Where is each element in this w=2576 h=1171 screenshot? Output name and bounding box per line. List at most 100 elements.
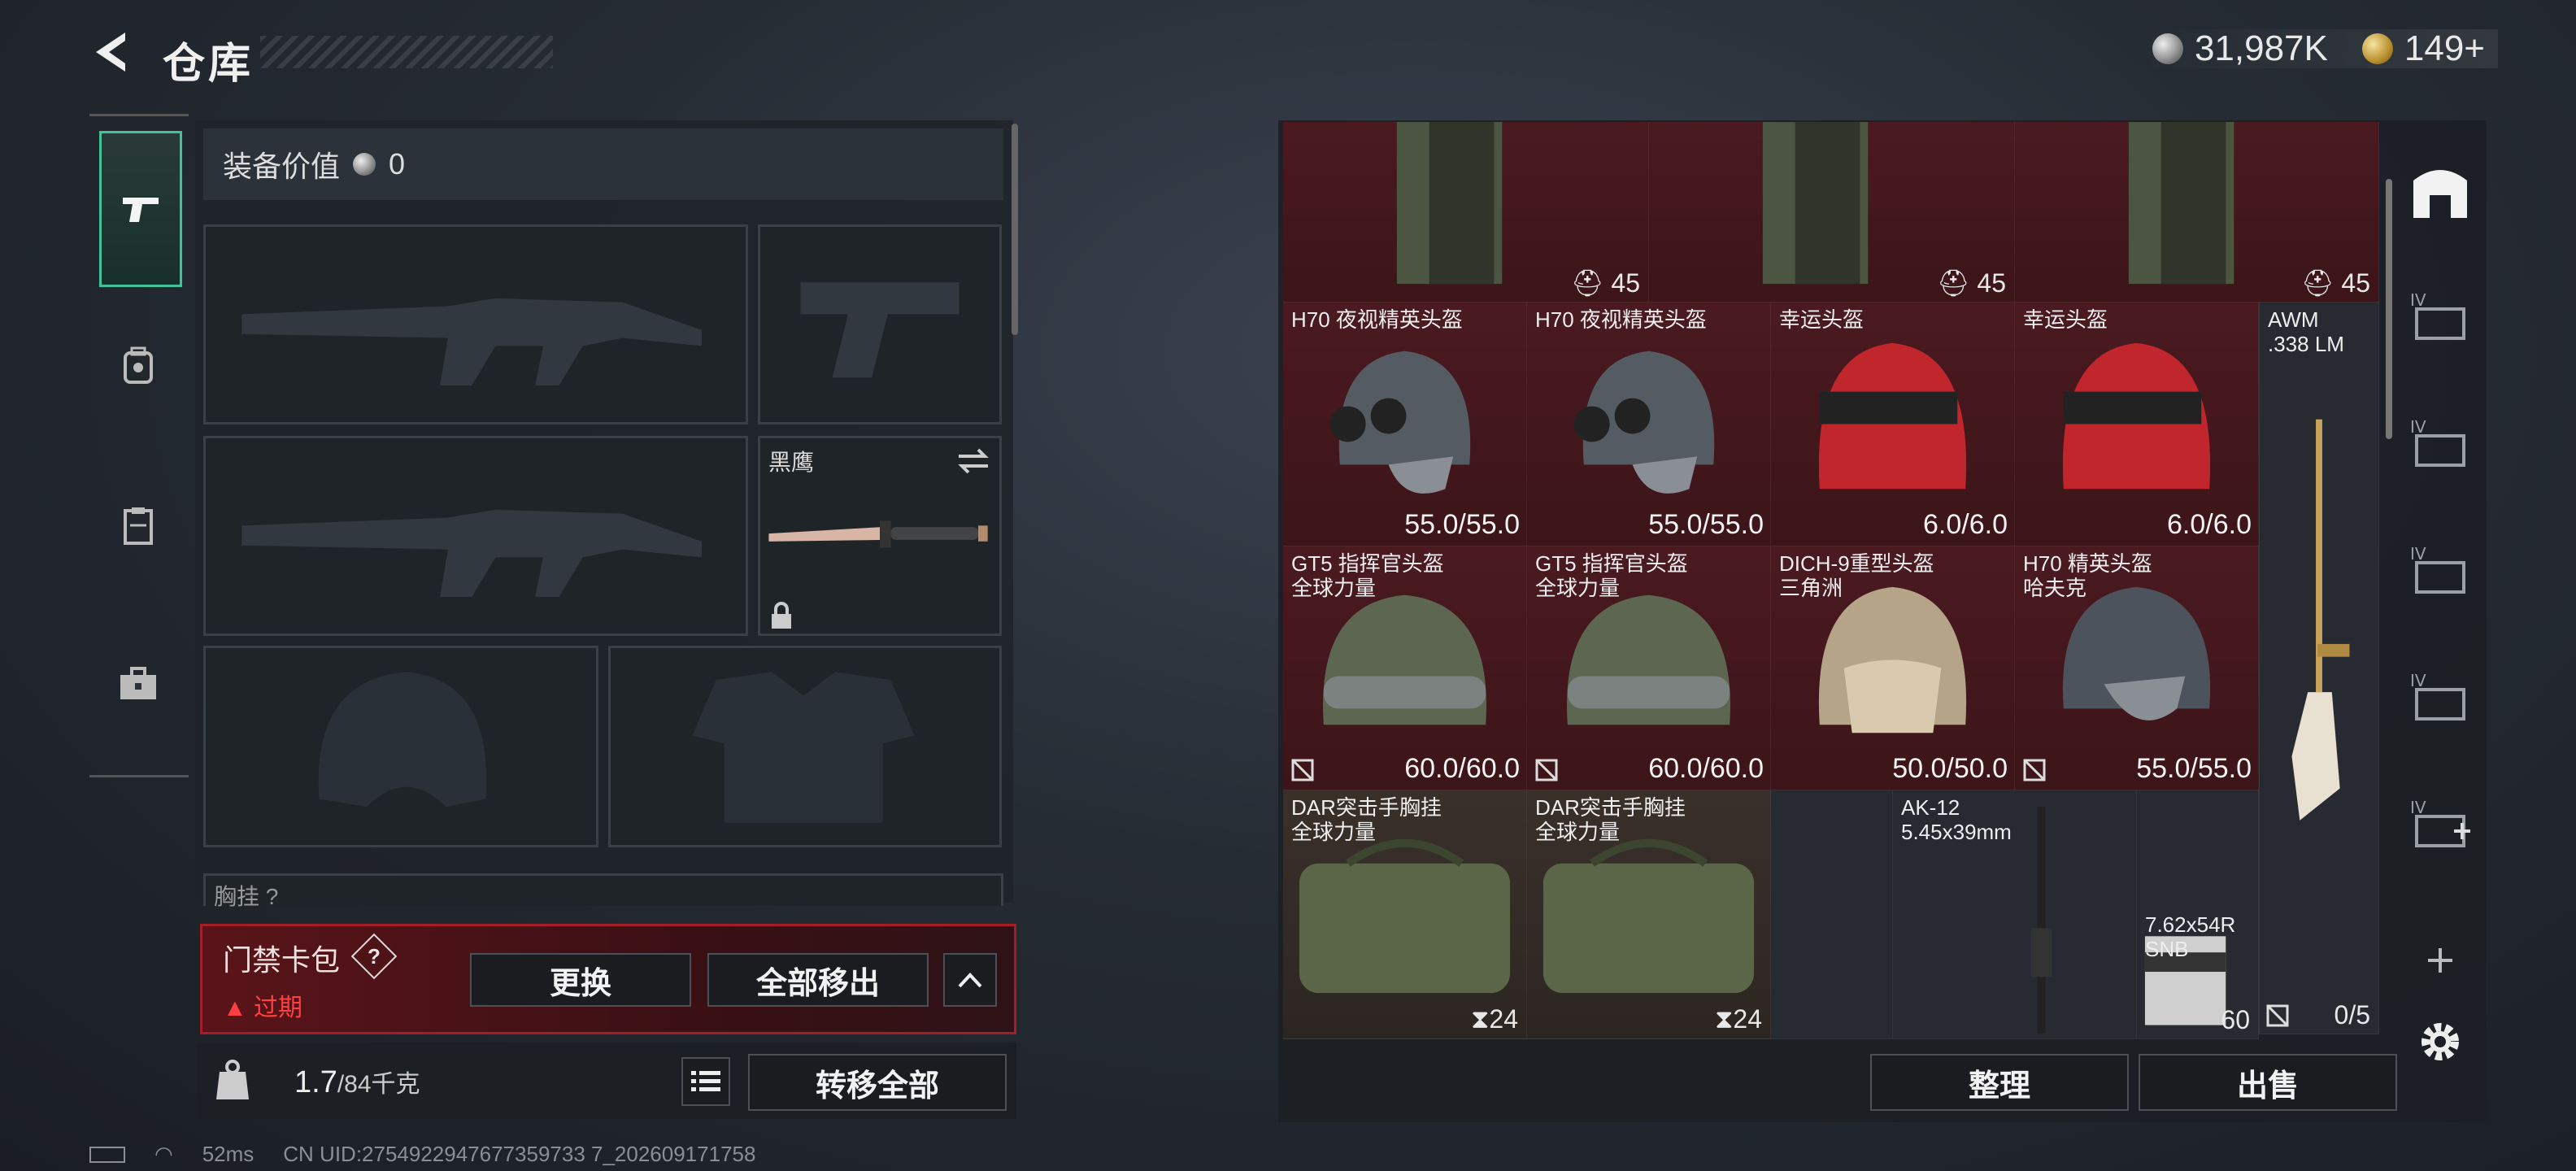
storage-iv-icon[interactable]: IV — [2405, 535, 2475, 605]
item-name: 幸运头盔 — [1779, 307, 1865, 332]
item-capacity: ⧗24 — [1714, 1004, 1762, 1034]
inventory-grid: ⛑ 45 ⛑ 45 ⛑ 45 H70 夜视精英头盔 55.0/55.0 H70 … — [1283, 122, 2379, 1039]
item-name: H70 精英头盔 哈夫克 — [2023, 551, 2152, 600]
add-icon[interactable] — [2405, 925, 2475, 995]
item-name: AK-12 5.45x39mm — [1901, 795, 2012, 844]
clipboard-icon — [124, 507, 153, 545]
item-name: DICH-9重型头盔 三角洲 — [1779, 551, 1934, 600]
inventory-item-helmet[interactable]: H70 夜视精英头盔 55.0/55.0 — [1283, 303, 1527, 546]
item-durability: 55.0/55.0 — [1404, 509, 1520, 540]
currency-bar: 31,987K 149+ — [2139, 28, 2498, 68]
inventory-item-pack[interactable]: ⛑ 45 — [1649, 122, 2015, 303]
chest-rig-label: 胸挂 ? — [214, 884, 279, 909]
item-name: 7.62x54R SNB — [2145, 912, 2236, 961]
item-durability: 50.0/50.0 — [1892, 753, 2008, 784]
item-count: ⛑ 45 — [1936, 268, 2006, 298]
item-count: ⛑ 45 — [2300, 268, 2370, 298]
inventory-scrollbar[interactable] — [2386, 179, 2392, 439]
back-arrow-icon[interactable] — [88, 28, 137, 76]
transfer-all-button[interactable]: 转移全部 — [748, 1054, 1007, 1111]
item-name: AWM .338 LM — [2268, 307, 2344, 356]
item-name: H70 夜视精英头盔 — [1291, 307, 1463, 332]
inventory-item-helmet[interactable]: H70 精英头盔 哈夫克 55.0/55.0 — [2015, 546, 2259, 790]
item-name: 幸运头盔 — [2023, 307, 2108, 332]
silver-coin-icon — [353, 153, 376, 176]
keycard-expired-status: ▲ 过期 — [223, 987, 302, 1023]
weight-max: /84千克 — [337, 1071, 420, 1098]
replace-button[interactable]: 更换 — [470, 953, 691, 1007]
storage-add-icon[interactable]: IV — [2405, 789, 2475, 859]
inventory-item-helmet[interactable]: GT5 指挥官头盔 全球力量 60.0/60.0 — [1283, 546, 1527, 790]
remove-all-button[interactable]: 全部移出 — [707, 953, 929, 1007]
battery-icon — [89, 1146, 125, 1163]
pistol-slot[interactable] — [758, 224, 1002, 424]
no-insure-icon — [2023, 759, 2046, 781]
item-durability: 55.0/55.0 — [2136, 753, 2252, 784]
help-icon-glyph: ? — [368, 944, 381, 969]
tab-case[interactable] — [99, 609, 177, 760]
category-rail — [89, 114, 189, 777]
vest-silhouette-icon — [692, 672, 915, 823]
storage-iv-icon[interactable]: IV — [2405, 408, 2475, 478]
item-capacity: ⧗24 — [1470, 1004, 1518, 1034]
inventory-item-rifle[interactable]: AK-12 5.45x39mm — [1893, 790, 2137, 1039]
primary-weapon-slot[interactable] — [203, 224, 748, 424]
helmet-slot[interactable] — [203, 646, 598, 847]
list-view-button[interactable] — [681, 1057, 730, 1106]
svg-text:IV: IV — [2410, 671, 2426, 690]
swap-icon[interactable] — [955, 446, 991, 476]
tab-chest-rig[interactable] — [99, 450, 177, 601]
tab-backpack[interactable] — [99, 290, 177, 442]
inventory-item-chest-rig[interactable]: DAR突击手胸挂 全球力量 ⧗24 — [1283, 790, 1527, 1039]
equipment-scrollbar[interactable] — [1012, 124, 1018, 335]
inventory-item-ammo[interactable]: 7.62x54R SNB 60 — [2137, 790, 2259, 1039]
inventory-item-sniper[interactable]: AWM .338 LM 0/5 — [2259, 303, 2379, 1034]
item-name: DAR突击手胸挂 全球力量 — [1291, 795, 1442, 844]
keycard-expired-text: 过期 — [254, 995, 303, 1021]
storage-iv-icon[interactable]: IV — [2405, 662, 2475, 732]
wifi-icon: ◠ — [154, 1142, 173, 1166]
rifle-silhouette-icon — [242, 509, 703, 598]
melee-slot[interactable]: 黑鹰 — [758, 436, 1002, 636]
status-bar: ◠ 52ms CN UID:2754922947677359733 7_2026… — [89, 1142, 755, 1167]
briefcase-icon — [120, 667, 156, 699]
inventory-item-pack[interactable]: ⛑ 45 — [2015, 122, 2379, 303]
gear-icon[interactable] — [2405, 1007, 2475, 1077]
chevron-up-icon — [958, 973, 982, 988]
pistol-icon — [123, 198, 159, 222]
empty-cell[interactable] — [1771, 790, 1893, 1039]
weight-readout: 1.7/84千克 — [294, 1064, 420, 1100]
sell-button[interactable]: 出售 — [2139, 1054, 2397, 1111]
inventory-item-helmet[interactable]: GT5 指挥官头盔 全球力量 60.0/60.0 — [1527, 546, 1771, 790]
item-durability: 6.0/6.0 — [1923, 509, 2008, 540]
item-name: DAR突击手胸挂 全球力量 — [1535, 795, 1686, 844]
svg-text:IV: IV — [2410, 417, 2426, 437]
uid-text: CN UID:2754922947677359733 7_20260917175… — [283, 1142, 756, 1166]
inventory-item-helmet[interactable]: H70 夜视精英头盔 55.0/55.0 — [1527, 303, 1771, 546]
item-durability: 6.0/6.0 — [2167, 509, 2252, 540]
armor-slot[interactable] — [608, 646, 1002, 847]
item-durability: 60.0/60.0 — [1648, 753, 1764, 784]
collapse-button[interactable] — [943, 953, 997, 1007]
pistol-silhouette-icon — [800, 282, 959, 378]
warehouse-icon[interactable] — [2405, 156, 2475, 226]
svg-text:IV: IV — [2410, 798, 2426, 817]
tab-weapons[interactable] — [99, 131, 182, 287]
storage-iv-icon[interactable]: IV — [2405, 281, 2475, 351]
secondary-weapon-slot[interactable] — [203, 436, 748, 636]
item-name: H70 夜视精英头盔 — [1535, 307, 1707, 332]
inventory-item-chest-rig[interactable]: DAR突击手胸挂 全球力量 ⧗24 — [1527, 790, 1771, 1039]
title-decoration — [260, 36, 553, 68]
weight-icon — [216, 1060, 249, 1099]
equipment-value-label: 装备价值 — [223, 150, 341, 183]
sort-button[interactable]: 整理 — [1870, 1054, 2129, 1111]
chest-rig-slot[interactable]: 胸挂 ? — [203, 873, 1003, 909]
item-name: GT5 指挥官头盔 全球力量 — [1291, 551, 1444, 600]
gold-coin-icon — [2361, 33, 2393, 64]
item-count: 60 — [2221, 1005, 2250, 1034]
inventory-item-helmet[interactable]: 幸运头盔 6.0/6.0 — [2015, 303, 2259, 546]
inventory-item-pack[interactable]: ⛑ 45 — [1283, 122, 1649, 303]
no-insure-icon — [1291, 759, 1314, 781]
inventory-item-helmet[interactable]: 幸运头盔 6.0/6.0 — [1771, 303, 2015, 546]
inventory-item-helmet[interactable]: DICH-9重型头盔 三角洲 50.0/50.0 — [1771, 546, 2015, 790]
